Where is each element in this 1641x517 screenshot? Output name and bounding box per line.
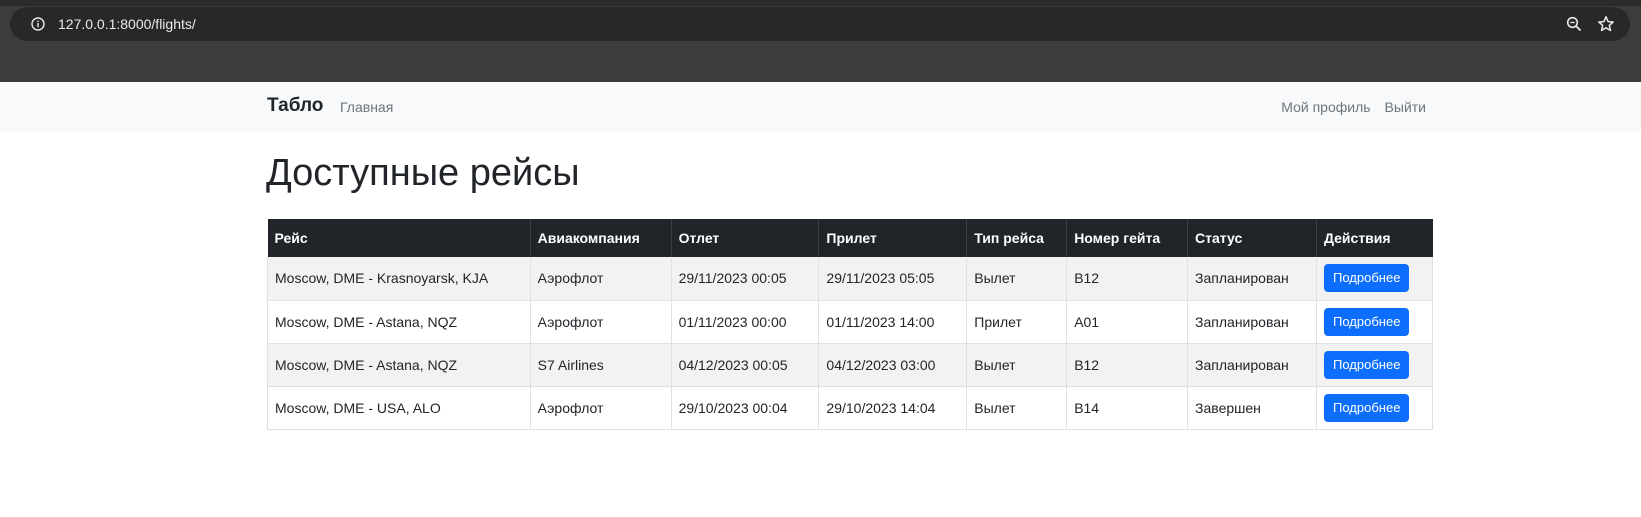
header-arrival: Прилет	[818, 219, 968, 257]
cell-arrival: 29/11/2023 05:05	[818, 257, 968, 301]
cell-status: Запланирован	[1187, 343, 1317, 387]
cell-flight: Moscow, DME - Astana, NQZ	[267, 300, 531, 344]
cell-flight-type: Вылет	[966, 386, 1068, 430]
header-gate: Номер гейта	[1066, 219, 1189, 257]
header-status: Статус	[1187, 219, 1317, 257]
table-row: Moscow, DME - Astana, NQZ Аэрофлот 01/11…	[267, 300, 1433, 344]
navbar: Табло Главная Мой профиль Выйти	[0, 82, 1641, 132]
address-bar[interactable]: 127.0.0.1:8000/flights/	[10, 7, 1630, 41]
cell-flight: Moscow, DME - Krasnoyarsk, KJA	[267, 257, 531, 301]
cell-status: Завершен	[1187, 386, 1317, 430]
cell-status: Запланирован	[1187, 257, 1317, 301]
cell-flight-type: Вылет	[966, 257, 1068, 301]
nav-link-home[interactable]: Главная	[340, 99, 393, 115]
flights-table: Рейс Авиакомпания Отлет Прилет Тип рейса…	[267, 219, 1433, 430]
url-text[interactable]: 127.0.0.1:8000/flights/	[58, 16, 196, 32]
cell-departure: 04/12/2023 00:05	[670, 343, 820, 387]
cell-flight: Moscow, DME - Astana, NQZ	[267, 343, 531, 387]
navbar-right: Мой профиль Выйти	[1281, 99, 1426, 115]
cell-departure: 29/10/2023 00:04	[670, 386, 820, 430]
header-flight-type: Тип рейса	[966, 219, 1068, 257]
cell-flight-type: Прилет	[966, 300, 1068, 344]
cell-actions: Подробнее	[1316, 257, 1433, 301]
cell-actions: Подробнее	[1316, 386, 1433, 430]
details-button[interactable]: Подробнее	[1324, 393, 1410, 422]
details-button[interactable]: Подробнее	[1324, 307, 1410, 336]
navbar-brand[interactable]: Табло	[267, 95, 323, 117]
details-button[interactable]: Подробнее	[1324, 264, 1410, 293]
cell-gate: A01	[1066, 300, 1189, 344]
header-actions: Действия	[1316, 219, 1433, 257]
cell-gate: B12	[1066, 257, 1189, 301]
browser-chrome: 127.0.0.1:8000/flights/	[0, 0, 1641, 82]
nav-link-profile[interactable]: Мой профиль	[1281, 99, 1370, 115]
cell-gate: B12	[1066, 343, 1189, 387]
cell-status: Запланирован	[1187, 300, 1317, 344]
table-row: Moscow, DME - USA, ALO Аэрофлот 29/10/20…	[267, 386, 1433, 430]
cell-arrival: 01/11/2023 14:00	[818, 300, 968, 344]
cell-gate: B14	[1066, 386, 1189, 430]
star-icon[interactable]	[1596, 14, 1616, 34]
cell-flight: Moscow, DME - USA, ALO	[267, 386, 531, 430]
cell-actions: Подробнее	[1316, 343, 1433, 387]
details-button[interactable]: Подробнее	[1324, 350, 1410, 379]
cell-arrival: 04/12/2023 03:00	[818, 343, 968, 387]
cell-departure: 01/11/2023 00:00	[670, 300, 820, 344]
cell-airline: Аэрофлот	[529, 257, 672, 301]
cell-actions: Подробнее	[1316, 300, 1433, 344]
table-row: Moscow, DME - Astana, NQZ S7 Airlines 04…	[267, 343, 1433, 387]
cell-airline: Аэрофлот	[529, 386, 672, 430]
zoom-icon[interactable]	[1564, 14, 1584, 34]
cell-departure: 29/11/2023 00:05	[670, 257, 820, 301]
header-departure: Отлет	[671, 219, 820, 257]
header-flight: Рейс	[267, 219, 531, 257]
table-header-row: Рейс Авиакомпания Отлет Прилет Тип рейса…	[267, 219, 1433, 257]
cell-arrival: 29/10/2023 14:04	[818, 386, 968, 430]
page-title: Доступные рейсы	[266, 152, 580, 194]
cell-flight-type: Вылет	[966, 343, 1068, 387]
info-icon[interactable]	[30, 16, 46, 32]
header-airline: Авиакомпания	[530, 219, 672, 257]
table-row: Moscow, DME - Krasnoyarsk, KJA Аэрофлот …	[267, 257, 1433, 301]
cell-airline: Аэрофлот	[529, 300, 672, 344]
cell-airline: S7 Airlines	[529, 343, 672, 387]
nav-link-logout[interactable]: Выйти	[1385, 99, 1426, 115]
tab-strip	[0, 0, 1641, 6]
